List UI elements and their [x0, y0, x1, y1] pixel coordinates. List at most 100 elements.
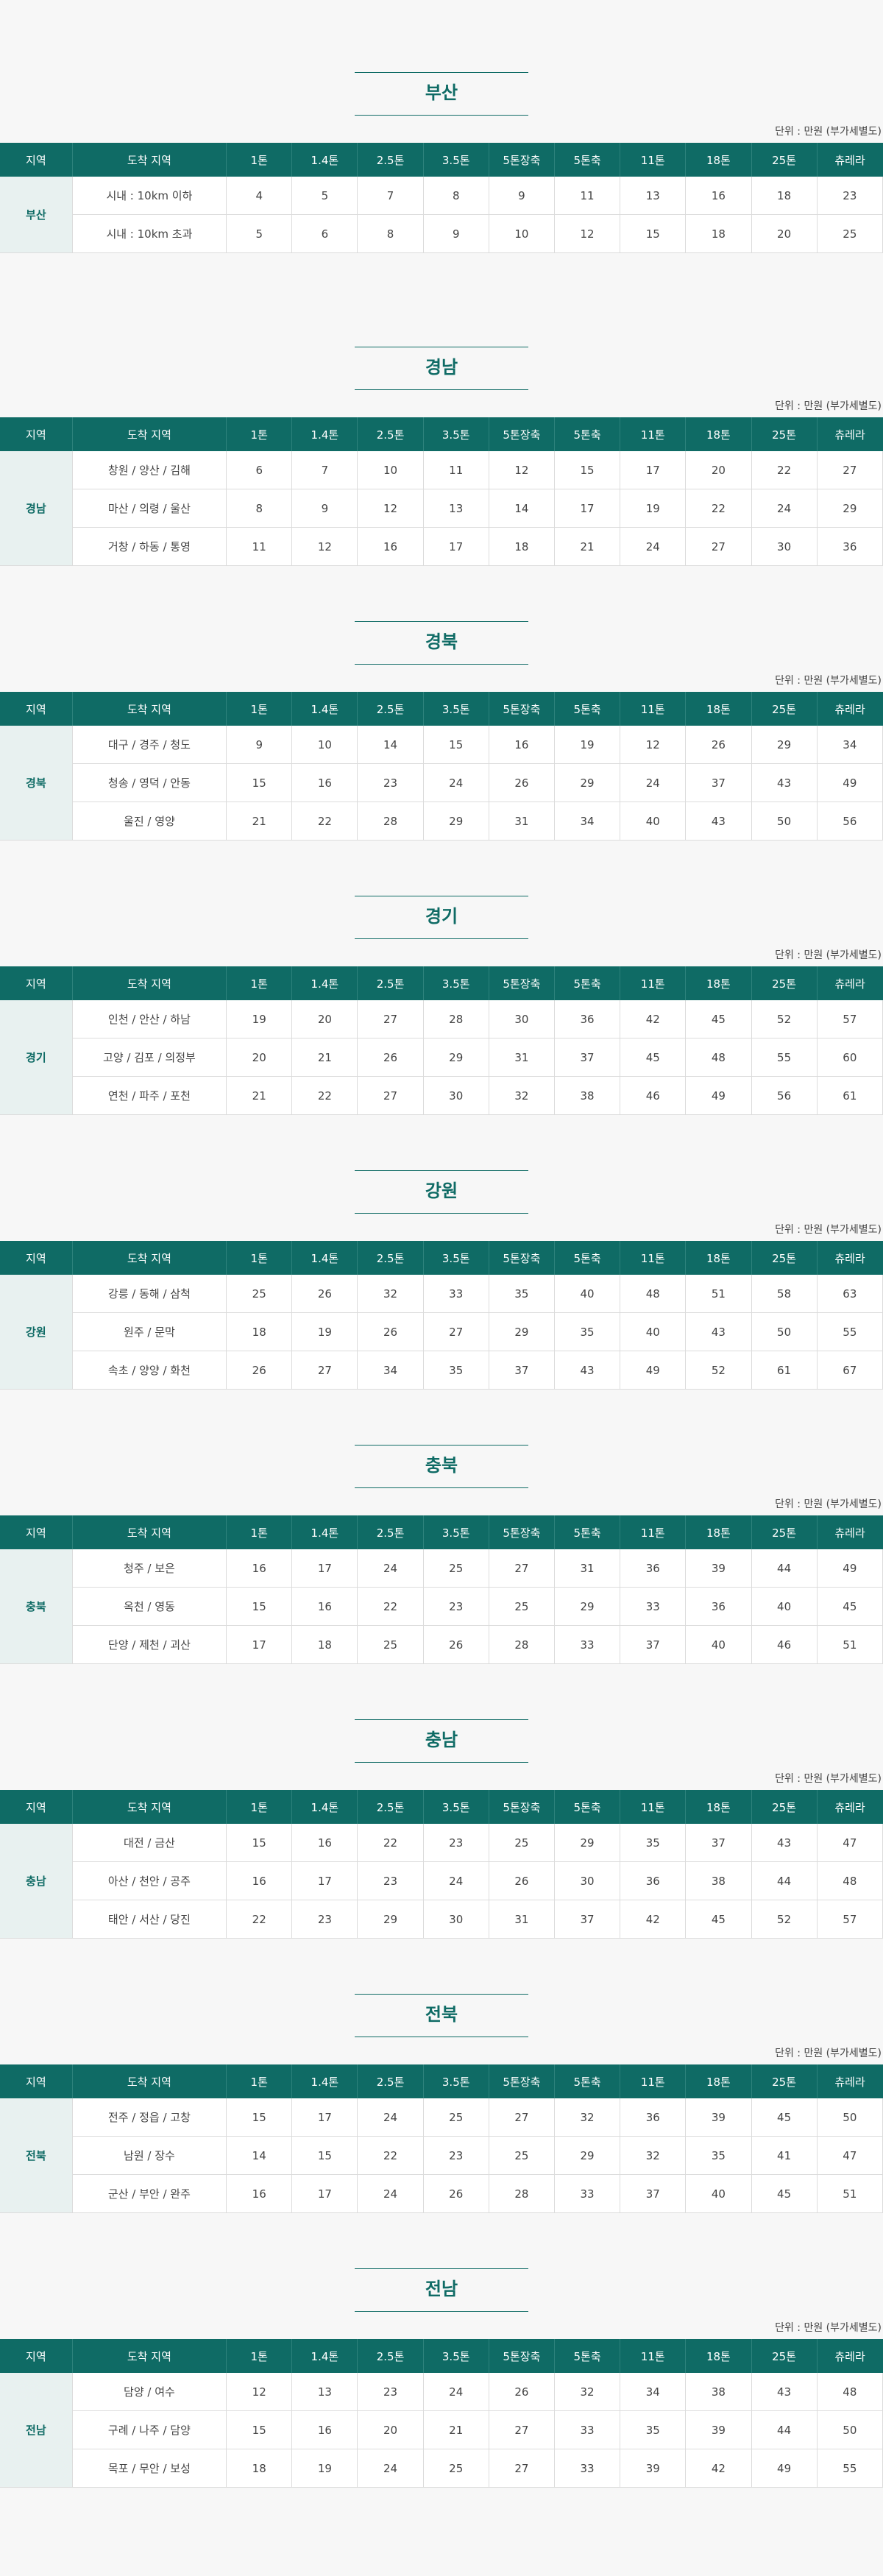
- table-row: 마산 / 의령 / 울산 8 9 12 13 14 17 19 22 24 29: [0, 489, 883, 528]
- region-cell: 경기: [0, 1000, 73, 1115]
- price-cell: 55: [751, 1038, 818, 1077]
- column-header: 5톤장축: [488, 1515, 555, 1549]
- column-header: 1.4톤: [291, 143, 358, 177]
- price-cell: 34: [816, 726, 883, 764]
- price-cell: 26: [422, 2174, 489, 2213]
- column-header: 5톤장축: [488, 2064, 555, 2098]
- price-cell: 12: [291, 527, 358, 566]
- price-cell: 16: [226, 2174, 292, 2213]
- section-title: 충북: [425, 1455, 458, 1476]
- column-header: 1톤: [226, 1515, 292, 1549]
- price-cell: 8: [422, 177, 489, 215]
- column-header: 지역: [0, 1241, 73, 1275]
- column-header: 18톤: [685, 2339, 751, 2373]
- rate-table: 지역 도착 지역 1톤 1.4톤 2.5톤 3.5톤 5톤장축 5톤축 11톤 18톤 25톤 츄레라…: [0, 1515, 883, 1664]
- column-header: 18톤: [685, 966, 751, 1000]
- price-cell: 16: [291, 763, 358, 802]
- header-row: 지역 도착 지역 1톤 1.4톤 2.5톤 3.5톤 5톤장축 5톤축 11톤 18톤 25톤 츄레라: [0, 966, 883, 1000]
- column-header: 11톤: [620, 966, 686, 1000]
- price-cell: 56: [816, 802, 883, 841]
- price-cell: 40: [685, 1625, 751, 1664]
- price-cell: 36: [620, 2098, 686, 2137]
- column-header: 5톤축: [553, 2064, 620, 2098]
- destination-cell: 청주 / 보은: [71, 1549, 227, 1588]
- price-cell: 16: [226, 1861, 292, 1900]
- column-header: 25톤: [751, 417, 818, 451]
- price-cell: 43: [685, 802, 751, 841]
- column-header: 5톤장축: [488, 1790, 555, 1824]
- price-cell: 50: [751, 1312, 818, 1351]
- rate-table: 지역 도착 지역 1톤 1.4톤 2.5톤 3.5톤 5톤장축 5톤축 11톤 18톤 25톤 츄레라…: [0, 143, 883, 253]
- section-title: 전남: [425, 2279, 458, 2299]
- price-cell: 19: [620, 489, 686, 528]
- table-row: 남원 / 장수 14 15 22 23 25 29 32 35 41 47: [0, 2136, 883, 2175]
- price-cell: 46: [620, 1076, 686, 1115]
- column-header: 1톤: [226, 1790, 292, 1824]
- price-cell: 11: [553, 177, 620, 215]
- price-cell: 29: [553, 1824, 620, 1862]
- unit-label: 단위 : 만원 (부가세별도): [775, 949, 882, 961]
- column-header: 11톤: [620, 692, 686, 726]
- price-cell: 40: [620, 802, 686, 841]
- price-cell: 21: [553, 527, 620, 566]
- price-cell: 45: [620, 1038, 686, 1077]
- price-cell: 28: [422, 1000, 489, 1038]
- column-header: 2.5톤: [357, 143, 424, 177]
- price-cell: 21: [291, 1038, 358, 1077]
- header-row: 지역 도착 지역 1톤 1.4톤 2.5톤 3.5톤 5톤장축 5톤축 11톤 18톤 25톤 츄레라: [0, 692, 883, 726]
- section-heading: 강원: [355, 1170, 528, 1214]
- column-header: 1.4톤: [291, 1790, 358, 1824]
- table-row: 아산 / 천안 / 공주 16 17 23 24 26 30 36 38 44 48: [0, 1861, 883, 1900]
- rate-table: 지역 도착 지역 1톤 1.4톤 2.5톤 3.5톤 5톤장축 5톤축 11톤 18톤 25톤 츄레라…: [0, 2064, 883, 2213]
- region-cell: 충남: [0, 1824, 73, 1939]
- table-row: 구례 / 나주 / 담양 15 16 20 21 27 33 35 39 44 50: [0, 2410, 883, 2449]
- price-cell: 19: [553, 726, 620, 764]
- price-cell: 39: [685, 1549, 751, 1588]
- column-header: 11톤: [620, 1515, 686, 1549]
- price-cell: 39: [620, 2449, 686, 2488]
- price-cell: 35: [620, 2410, 686, 2449]
- price-cell: 29: [553, 2136, 620, 2175]
- price-cell: 23: [291, 1900, 358, 1939]
- price-cell: 23: [357, 1861, 424, 1900]
- price-cell: 44: [751, 2410, 818, 2449]
- header-row: 지역 도착 지역 1톤 1.4톤 2.5톤 3.5톤 5톤장축 5톤축 11톤 18톤 25톤 츄레라: [0, 2064, 883, 2098]
- price-cell: 24: [620, 527, 686, 566]
- price-cell: 37: [488, 1351, 555, 1390]
- column-header: 지역: [0, 2064, 73, 2098]
- price-cell: 8: [357, 214, 424, 253]
- price-cell: 20: [357, 2410, 424, 2449]
- price-cell: 21: [226, 1076, 292, 1115]
- section-title: 충남: [425, 1730, 458, 1750]
- column-header: 2.5톤: [357, 2064, 424, 2098]
- column-header: 도착 지역: [71, 1790, 227, 1824]
- price-cell: 40: [751, 1587, 818, 1626]
- column-header: 3.5톤: [422, 143, 489, 177]
- column-header: 3.5톤: [422, 2064, 489, 2098]
- column-header: 도착 지역: [71, 692, 227, 726]
- price-cell: 22: [357, 1587, 424, 1626]
- price-cell: 29: [422, 1038, 489, 1077]
- column-header: 18톤: [685, 692, 751, 726]
- region-cell: 경남: [0, 451, 73, 566]
- destination-cell: 단양 / 제천 / 괴산: [71, 1625, 227, 1664]
- table-row: 충남 대전 / 금산 15 16 22 23 25 29 35 37 43 47: [0, 1824, 883, 1939]
- price-cell: 45: [751, 2098, 818, 2137]
- price-cell: 36: [620, 1861, 686, 1900]
- column-header: 츄레라: [816, 966, 883, 1000]
- price-cell: 37: [553, 1900, 620, 1939]
- price-cell: 29: [357, 1900, 424, 1939]
- price-cell: 12: [620, 726, 686, 764]
- column-header: 5톤축: [553, 692, 620, 726]
- price-cell: 17: [620, 451, 686, 489]
- table-row: 거창 / 하동 / 통영 11 12 16 17 18 21 24 27 30 36: [0, 527, 883, 566]
- column-header: 5톤축: [553, 1790, 620, 1824]
- table-row: 단양 / 제천 / 괴산 17 18 25 26 28 33 37 40 46 51: [0, 1625, 883, 1664]
- price-cell: 28: [488, 1625, 555, 1664]
- price-cell: 50: [751, 802, 818, 841]
- price-cell: 49: [816, 763, 883, 802]
- price-cell: 44: [751, 1861, 818, 1900]
- destination-cell: 인천 / 안산 / 하남: [71, 1000, 227, 1038]
- price-cell: 29: [488, 1312, 555, 1351]
- destination-cell: 창원 / 양산 / 김해: [71, 451, 227, 489]
